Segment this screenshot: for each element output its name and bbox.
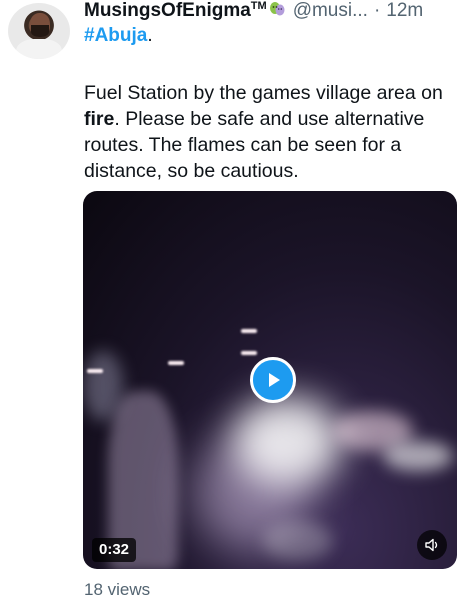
author-handle[interactable]: @musi... <box>293 0 368 22</box>
view-count: 18 views <box>84 580 151 599</box>
video-light-streak <box>168 361 184 365</box>
trademark-mark: TM <box>250 0 267 12</box>
avatar-beard <box>31 25 49 37</box>
hashtag-line: #Abuja. <box>84 25 153 47</box>
video-light-streak <box>87 369 103 373</box>
mute-button[interactable] <box>417 530 447 560</box>
tweet-text: Fuel Station by the games village area o… <box>84 80 456 184</box>
play-button[interactable] <box>250 357 296 403</box>
tweet-header: MusingsOfEnigma TM @musi... · 12m <box>84 0 423 22</box>
tweet-text-bold: fire <box>84 108 115 130</box>
play-icon <box>269 373 280 387</box>
tweet-text-part1: Fuel Station by the games village area o… <box>84 82 443 104</box>
speaker-muted-icon <box>425 538 438 552</box>
author-avatar[interactable] <box>8 3 70 59</box>
hashtag-suffix: . <box>147 25 153 46</box>
separator-dot: · <box>373 0 381 21</box>
avatar-shirt <box>16 39 62 59</box>
video-light <box>383 441 453 471</box>
video-light <box>263 521 333 561</box>
tweet-timestamp[interactable]: 12m <box>386 0 423 22</box>
hashtag-link[interactable]: #Abuja <box>84 25 147 46</box>
tweet-text-part2: . Please be safe and use alternative rou… <box>84 108 425 182</box>
video-light-streak <box>241 329 257 333</box>
video-duration: 0:32 <box>92 538 137 562</box>
video-light-streak <box>241 351 257 355</box>
author-name[interactable]: MusingsOfEnigma <box>84 0 251 22</box>
video-light <box>233 396 343 486</box>
theater-masks-icon <box>269 1 285 17</box>
video-player[interactable]: 0:32 <box>83 191 457 569</box>
